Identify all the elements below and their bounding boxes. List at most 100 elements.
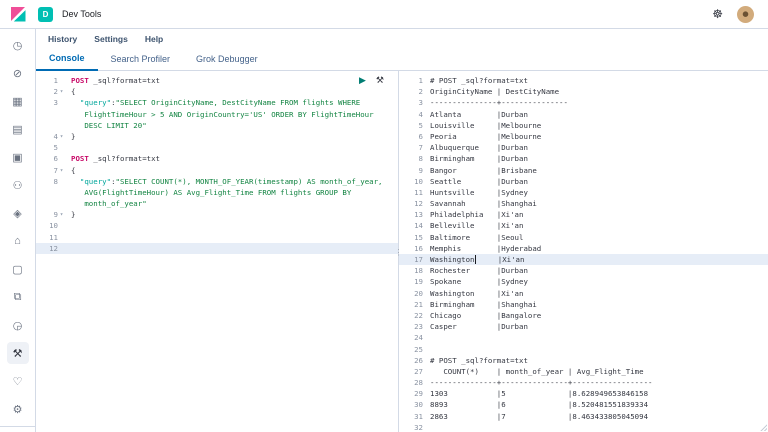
request-options-wrench-icon[interactable]: ⚒: [376, 76, 384, 85]
code-text[interactable]: FlightTimeHour > 5 AND OriginCountry='US…: [65, 109, 374, 120]
code-text[interactable]: [65, 142, 71, 153]
send-request-button-icon[interactable]: ▶: [359, 76, 366, 85]
visualize-icon[interactable]: ▦: [7, 90, 29, 112]
code-text[interactable]: Rochester |Durban: [423, 265, 528, 276]
output-line[interactable]: 17Washington |Xi'an: [399, 254, 768, 265]
output-line[interactable]: 25: [399, 344, 768, 355]
code-text[interactable]: [423, 422, 430, 432]
code-text[interactable]: Bangor |Brisbane: [423, 165, 537, 176]
output-line[interactable]: 14Belleville |Xi'an: [399, 220, 768, 231]
code-text[interactable]: Birmingham |Shanghai: [423, 299, 537, 310]
editor-line[interactable]: 9▾}: [36, 209, 398, 220]
recently-viewed-icon[interactable]: ◷: [7, 34, 29, 56]
output-line[interactable]: 24: [399, 332, 768, 343]
code-text[interactable]: Albuquerque |Durban: [423, 142, 528, 153]
console-output[interactable]: 1# POST _sql?format=txt2OriginCityName |…: [399, 71, 768, 432]
output-line[interactable]: 26# POST _sql?format=txt: [399, 355, 768, 366]
code-text[interactable]: {: [65, 86, 75, 97]
fold-toggle-icon[interactable]: ▾: [58, 209, 65, 220]
editor-line[interactable]: 3 "query":"SELECT OriginCityName, DestCi…: [36, 97, 398, 108]
code-text[interactable]: [423, 344, 430, 355]
fold-toggle-icon[interactable]: ▾: [58, 86, 65, 97]
code-text[interactable]: month_of_year": [65, 198, 147, 209]
console-editor[interactable]: 1POST _sql?format=txt2▾{3 "query":"SELEC…: [36, 71, 398, 432]
output-line[interactable]: 11Huntsville |Sydney: [399, 187, 768, 198]
output-line[interactable]: 19Spokane |Sydney: [399, 276, 768, 287]
code-text[interactable]: [423, 332, 430, 343]
code-text[interactable]: [65, 220, 71, 231]
output-line[interactable]: 21Birmingham |Shanghai: [399, 299, 768, 310]
canvas-icon[interactable]: ▣: [7, 146, 29, 168]
output-line[interactable]: 308893 |6 |8.520481551839334: [399, 399, 768, 410]
output-line[interactable]: 18Rochester |Durban: [399, 265, 768, 276]
editor-line[interactable]: 4▾}: [36, 131, 398, 142]
editor-line[interactable]: 2▾{: [36, 86, 398, 97]
tab-grok-debugger[interactable]: Grok Debugger: [183, 54, 271, 70]
output-line[interactable]: 32: [399, 422, 768, 432]
code-text[interactable]: ---------------+---------------: [423, 97, 568, 108]
code-text[interactable]: Spokane |Sydney: [423, 276, 528, 287]
code-text[interactable]: OriginCityName | DestCityName: [423, 86, 559, 97]
output-line[interactable]: 7Albuquerque |Durban: [399, 142, 768, 153]
code-text[interactable]: AVG(FlightTimeHour) AS Avg_Flight_Time F…: [65, 187, 351, 198]
menu-item-settings[interactable]: Settings: [94, 34, 128, 44]
code-text[interactable]: "query":"SELECT COUNT(*), MONTH_OF_YEAR(…: [65, 176, 383, 187]
code-text[interactable]: DESC LIMIT 20": [65, 120, 147, 131]
output-line[interactable]: 9Bangor |Brisbane: [399, 165, 768, 176]
code-text[interactable]: Peoria |Melbourne: [423, 131, 541, 142]
code-text[interactable]: Atlanta |Durban: [423, 109, 528, 120]
menu-item-history[interactable]: History: [48, 34, 77, 44]
code-text[interactable]: [65, 243, 71, 254]
code-text[interactable]: {: [65, 165, 75, 176]
code-text[interactable]: Belleville |Xi'an: [423, 220, 523, 231]
logs-icon[interactable]: ▢: [7, 258, 29, 280]
output-line[interactable]: 15Baltimore |Seoul: [399, 232, 768, 243]
code-text[interactable]: 1303 |5 |8.628949653846158: [423, 388, 648, 399]
editor-line[interactable]: 8 "query":"SELECT COUNT(*), MONTH_OF_YEA…: [36, 176, 398, 187]
editor-line[interactable]: 7▾{: [36, 165, 398, 176]
output-line[interactable]: 16Memphis |Hyderabad: [399, 243, 768, 254]
editor-line[interactable]: FlightTimeHour > 5 AND OriginCountry='US…: [36, 109, 398, 120]
maps-icon[interactable]: ◈: [7, 202, 29, 224]
code-text[interactable]: Savannah |Shanghai: [423, 198, 537, 209]
code-text[interactable]: # POST _sql?format=txt: [423, 355, 528, 366]
output-line[interactable]: 4Atlanta |Durban: [399, 109, 768, 120]
code-text[interactable]: 2863 |7 |8.463433805045094: [423, 411, 648, 422]
machine-learning-icon[interactable]: ⚇: [7, 174, 29, 196]
code-text[interactable]: }: [65, 209, 75, 220]
output-line[interactable]: 23Casper |Durban: [399, 321, 768, 332]
output-line[interactable]: 20Washington |Xi'an: [399, 288, 768, 299]
code-text[interactable]: Louisville |Melbourne: [423, 120, 541, 131]
user-avatar[interactable]: [737, 6, 754, 23]
code-text[interactable]: # POST _sql?format=txt: [423, 75, 528, 86]
editor-line[interactable]: 11: [36, 232, 398, 243]
discover-icon[interactable]: ⊘: [7, 62, 29, 84]
code-text[interactable]: [65, 232, 71, 243]
output-line[interactable]: 5Louisville |Melbourne: [399, 120, 768, 131]
output-line[interactable]: 8Birmingham |Durban: [399, 153, 768, 164]
editor-line[interactable]: month_of_year": [36, 198, 398, 209]
editor-line[interactable]: AVG(FlightTimeHour) AS Avg_Flight_Time F…: [36, 187, 398, 198]
help-icon[interactable]: ☸: [712, 8, 723, 20]
code-text[interactable]: Philadelphia |Xi'an: [423, 209, 523, 220]
editor-line[interactable]: 10: [36, 220, 398, 231]
output-line[interactable]: 13Philadelphia |Xi'an: [399, 209, 768, 220]
apm-icon[interactable]: ⧉: [7, 286, 29, 308]
output-line[interactable]: 2OriginCityName | DestCityName: [399, 86, 768, 97]
code-text[interactable]: POST _sql?format=txt: [65, 75, 160, 86]
output-line[interactable]: 22Chicago |Bangalore: [399, 310, 768, 321]
editor-line[interactable]: 12: [36, 243, 398, 254]
output-line[interactable]: 10Seattle |Durban: [399, 176, 768, 187]
code-text[interactable]: Washington |Xi'an: [423, 288, 523, 299]
tab-console[interactable]: Console: [36, 53, 98, 71]
dev-tools-icon[interactable]: ⚒: [7, 342, 29, 364]
output-line[interactable]: 12Savannah |Shanghai: [399, 198, 768, 209]
output-line[interactable]: 291303 |5 |8.628949653846158: [399, 388, 768, 399]
code-text[interactable]: "query":"SELECT OriginCityName, DestCity…: [65, 97, 360, 108]
editor-line[interactable]: 1POST _sql?format=txt: [36, 75, 398, 86]
output-line[interactable]: 1# POST _sql?format=txt: [399, 75, 768, 86]
infrastructure-icon[interactable]: ⌂: [7, 230, 29, 252]
output-line[interactable]: 28---------------+---------------+------…: [399, 377, 768, 388]
output-line[interactable]: 312863 |7 |8.463433805045094: [399, 411, 768, 422]
uptime-icon[interactable]: ◶: [7, 314, 29, 336]
